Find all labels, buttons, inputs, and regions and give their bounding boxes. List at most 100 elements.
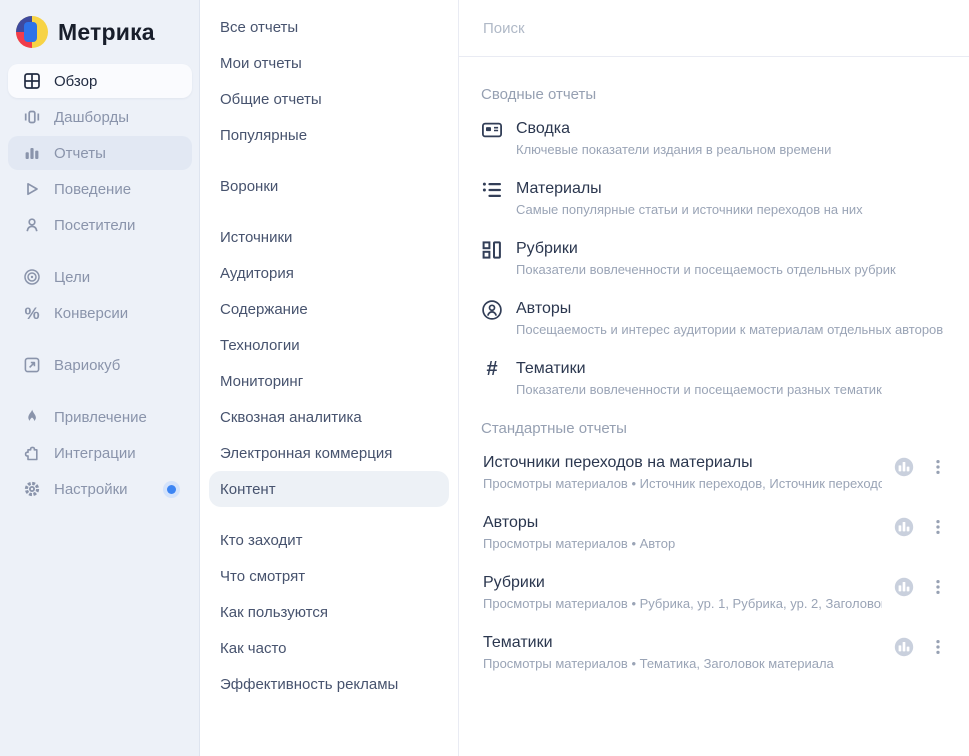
person-circle-icon bbox=[481, 299, 503, 321]
standard-report-rubrics[interactable]: РубрикиПросмотры материалов • Рубрика, у… bbox=[481, 573, 945, 613]
standard-report-material-traffic-sources[interactable]: Источники переходов на материалыПросмотр… bbox=[481, 453, 945, 493]
report-description: Просмотры материалов • Автор bbox=[483, 535, 882, 553]
sidebar-item-integrations[interactable]: Интеграции bbox=[8, 436, 192, 470]
report-title: Тематики bbox=[483, 633, 882, 653]
category-label: Как пользуются bbox=[220, 604, 328, 621]
kebab-menu-icon[interactable] bbox=[931, 518, 945, 536]
standard-report-list: Источники переходов на материалыПросмотр… bbox=[481, 453, 945, 673]
report-actions bbox=[894, 457, 945, 477]
category-item-my-reports[interactable]: Мои отчеты bbox=[209, 45, 449, 81]
category-label: Что смотрят bbox=[220, 568, 305, 585]
category-item-what-they-view[interactable]: Что смотрят bbox=[209, 558, 449, 594]
play-icon bbox=[23, 180, 41, 198]
sidebar-item-settings[interactable]: Настройки bbox=[8, 472, 192, 506]
hash-icon: # bbox=[481, 359, 503, 381]
category-item-monitoring[interactable]: Мониторинг bbox=[209, 363, 449, 399]
gear-icon bbox=[23, 480, 41, 498]
category-label: Электронная коммерция bbox=[220, 445, 392, 462]
standard-report-authors[interactable]: Авторы Просмотры материалов • Автор bbox=[481, 513, 945, 553]
category-item-common-reports[interactable]: Общие отчеты bbox=[209, 81, 449, 117]
sidebar-item-conversions[interactable]: %Конверсии bbox=[8, 296, 192, 330]
chart-circle-icon[interactable] bbox=[894, 457, 914, 477]
category-item-all-reports[interactable]: Все отчеты bbox=[209, 9, 449, 45]
report-description: Посещаемость и интерес аудитории к матер… bbox=[516, 321, 943, 339]
report-title: Авторы bbox=[483, 513, 882, 533]
sidebar: Метрика Обзор Дашборды Отчеты Поведение Посе… bbox=[0, 0, 200, 756]
report-description: Просмотры материалов • Источник переходо… bbox=[483, 475, 882, 493]
category-item-who-visits[interactable]: Кто заходит bbox=[209, 522, 449, 558]
kebab-menu-icon[interactable] bbox=[931, 638, 945, 656]
chart-circle-icon[interactable] bbox=[894, 577, 914, 597]
sidebar-item-acquisition[interactable]: Привлечение bbox=[8, 400, 192, 434]
blocks-icon bbox=[481, 239, 503, 261]
category-label: Кто заходит bbox=[220, 532, 303, 549]
standard-section-header: Стандартные отчеты bbox=[481, 419, 945, 439]
category-item-how-often[interactable]: Как часто bbox=[209, 630, 449, 666]
sidebar-item-label: Настройки bbox=[54, 481, 128, 498]
category-label: Мои отчеты bbox=[220, 55, 302, 72]
category-label: Все отчеты bbox=[220, 19, 298, 36]
category-item-end-to-end-analytics[interactable]: Сквозная аналитика bbox=[209, 399, 449, 435]
sidebar-item-overview[interactable]: Обзор bbox=[8, 64, 192, 98]
sidebar-item-label: Привлечение bbox=[54, 409, 147, 426]
category-label: Контент bbox=[220, 481, 276, 498]
report-description: Ключевые показатели издания в реальном в… bbox=[516, 141, 831, 159]
chart-circle-icon[interactable] bbox=[894, 517, 914, 537]
summary-report-topics[interactable]: # Тематики Показатели вовлеченности и посе… bbox=[481, 359, 945, 399]
summary-report-materials[interactable]: МатериалыСамые популярные статьи и источ… bbox=[481, 179, 945, 219]
variocube-icon bbox=[23, 356, 41, 374]
sidebar-item-label: Интеграции bbox=[54, 445, 136, 462]
category-label: Мониторинг bbox=[220, 373, 303, 390]
report-title: Тематики bbox=[516, 359, 882, 379]
search-row bbox=[459, 0, 969, 57]
search-input[interactable] bbox=[481, 19, 947, 38]
summary-report-authors[interactable]: Авторы Посещаемость и интерес аудитории к… bbox=[481, 299, 945, 339]
sidebar-item-dashboards[interactable]: Дашборды bbox=[8, 100, 192, 134]
category-label: Сквозная аналитика bbox=[220, 409, 362, 426]
summary-section-header: Сводные отчеты bbox=[481, 85, 945, 105]
sidebar-item-label: Отчеты bbox=[54, 145, 106, 162]
category-item-how-they-use[interactable]: Как пользуются bbox=[209, 594, 449, 630]
category-item-audience[interactable]: Аудитория bbox=[209, 255, 449, 291]
kebab-menu-icon[interactable] bbox=[931, 578, 945, 596]
sidebar-item-goals[interactable]: Цели bbox=[8, 260, 192, 294]
metrica-logo[interactable]: Метрика bbox=[0, 0, 200, 62]
sidebar-item-label: Поведение bbox=[54, 181, 131, 198]
report-title: Сводка bbox=[516, 119, 831, 139]
category-item-funnels[interactable]: Воронки bbox=[209, 168, 449, 204]
category-label: Аудитория bbox=[220, 265, 294, 282]
category-label: Как часто bbox=[220, 640, 287, 657]
percent-icon: % bbox=[23, 304, 41, 322]
category-item-ad-effectiveness[interactable]: Эффективность рекламы bbox=[209, 666, 449, 702]
category-item-technologies[interactable]: Технологии bbox=[209, 327, 449, 363]
sidebar-item-behavior[interactable]: Поведение bbox=[8, 172, 192, 206]
report-description: Показатели вовлеченности и посещаемости … bbox=[516, 381, 882, 399]
summary-report-rubrics[interactable]: РубрикиПоказатели вовлеченности и посеща… bbox=[481, 239, 945, 279]
sidebar-item-label: Дашборды bbox=[54, 109, 129, 126]
category-item-ecommerce[interactable]: Электронная коммерция bbox=[209, 435, 449, 471]
category-item-popular[interactable]: Популярные bbox=[209, 117, 449, 153]
reports-panel: Сводные отчеты Сводка Ключевые показатели… bbox=[459, 0, 969, 756]
sidebar-nav: Обзор Дашборды Отчеты Поведение Посетители Це… bbox=[0, 64, 200, 506]
sidebar-item-visitors[interactable]: Посетители bbox=[8, 208, 192, 242]
kebab-menu-icon[interactable] bbox=[931, 458, 945, 476]
report-title: Авторы bbox=[516, 299, 943, 319]
summary-report-summary[interactable]: Сводка Ключевые показатели издания в реал… bbox=[481, 119, 945, 159]
sidebar-item-variocube[interactable]: Вариокуб bbox=[8, 348, 192, 382]
sidebar-item-reports[interactable]: Отчеты bbox=[8, 136, 192, 170]
standard-report-topics[interactable]: ТематикиПросмотры материалов • Тематика,… bbox=[481, 633, 945, 673]
report-description: Показатели вовлеченности и посещаемость … bbox=[516, 261, 896, 279]
summary-report-list: Сводка Ключевые показатели издания в реал… bbox=[481, 119, 945, 399]
sidebar-item-label: Цели bbox=[54, 269, 90, 286]
report-title: Рубрики bbox=[483, 573, 882, 593]
sidebar-item-label: Обзор bbox=[54, 73, 97, 90]
report-categories-panel: Все отчеты Мои отчеты Общие отчетыПопулярн… bbox=[200, 0, 459, 756]
category-label: Эффективность рекламы bbox=[220, 676, 398, 693]
flame-icon bbox=[23, 408, 41, 426]
category-item-sources[interactable]: Источники bbox=[209, 219, 449, 255]
category-item-site-content[interactable]: Содержание bbox=[209, 291, 449, 327]
bar-chart-icon bbox=[23, 144, 41, 162]
chart-circle-icon[interactable] bbox=[894, 637, 914, 657]
category-item-content[interactable]: Контент bbox=[209, 471, 449, 507]
report-actions bbox=[894, 517, 945, 537]
